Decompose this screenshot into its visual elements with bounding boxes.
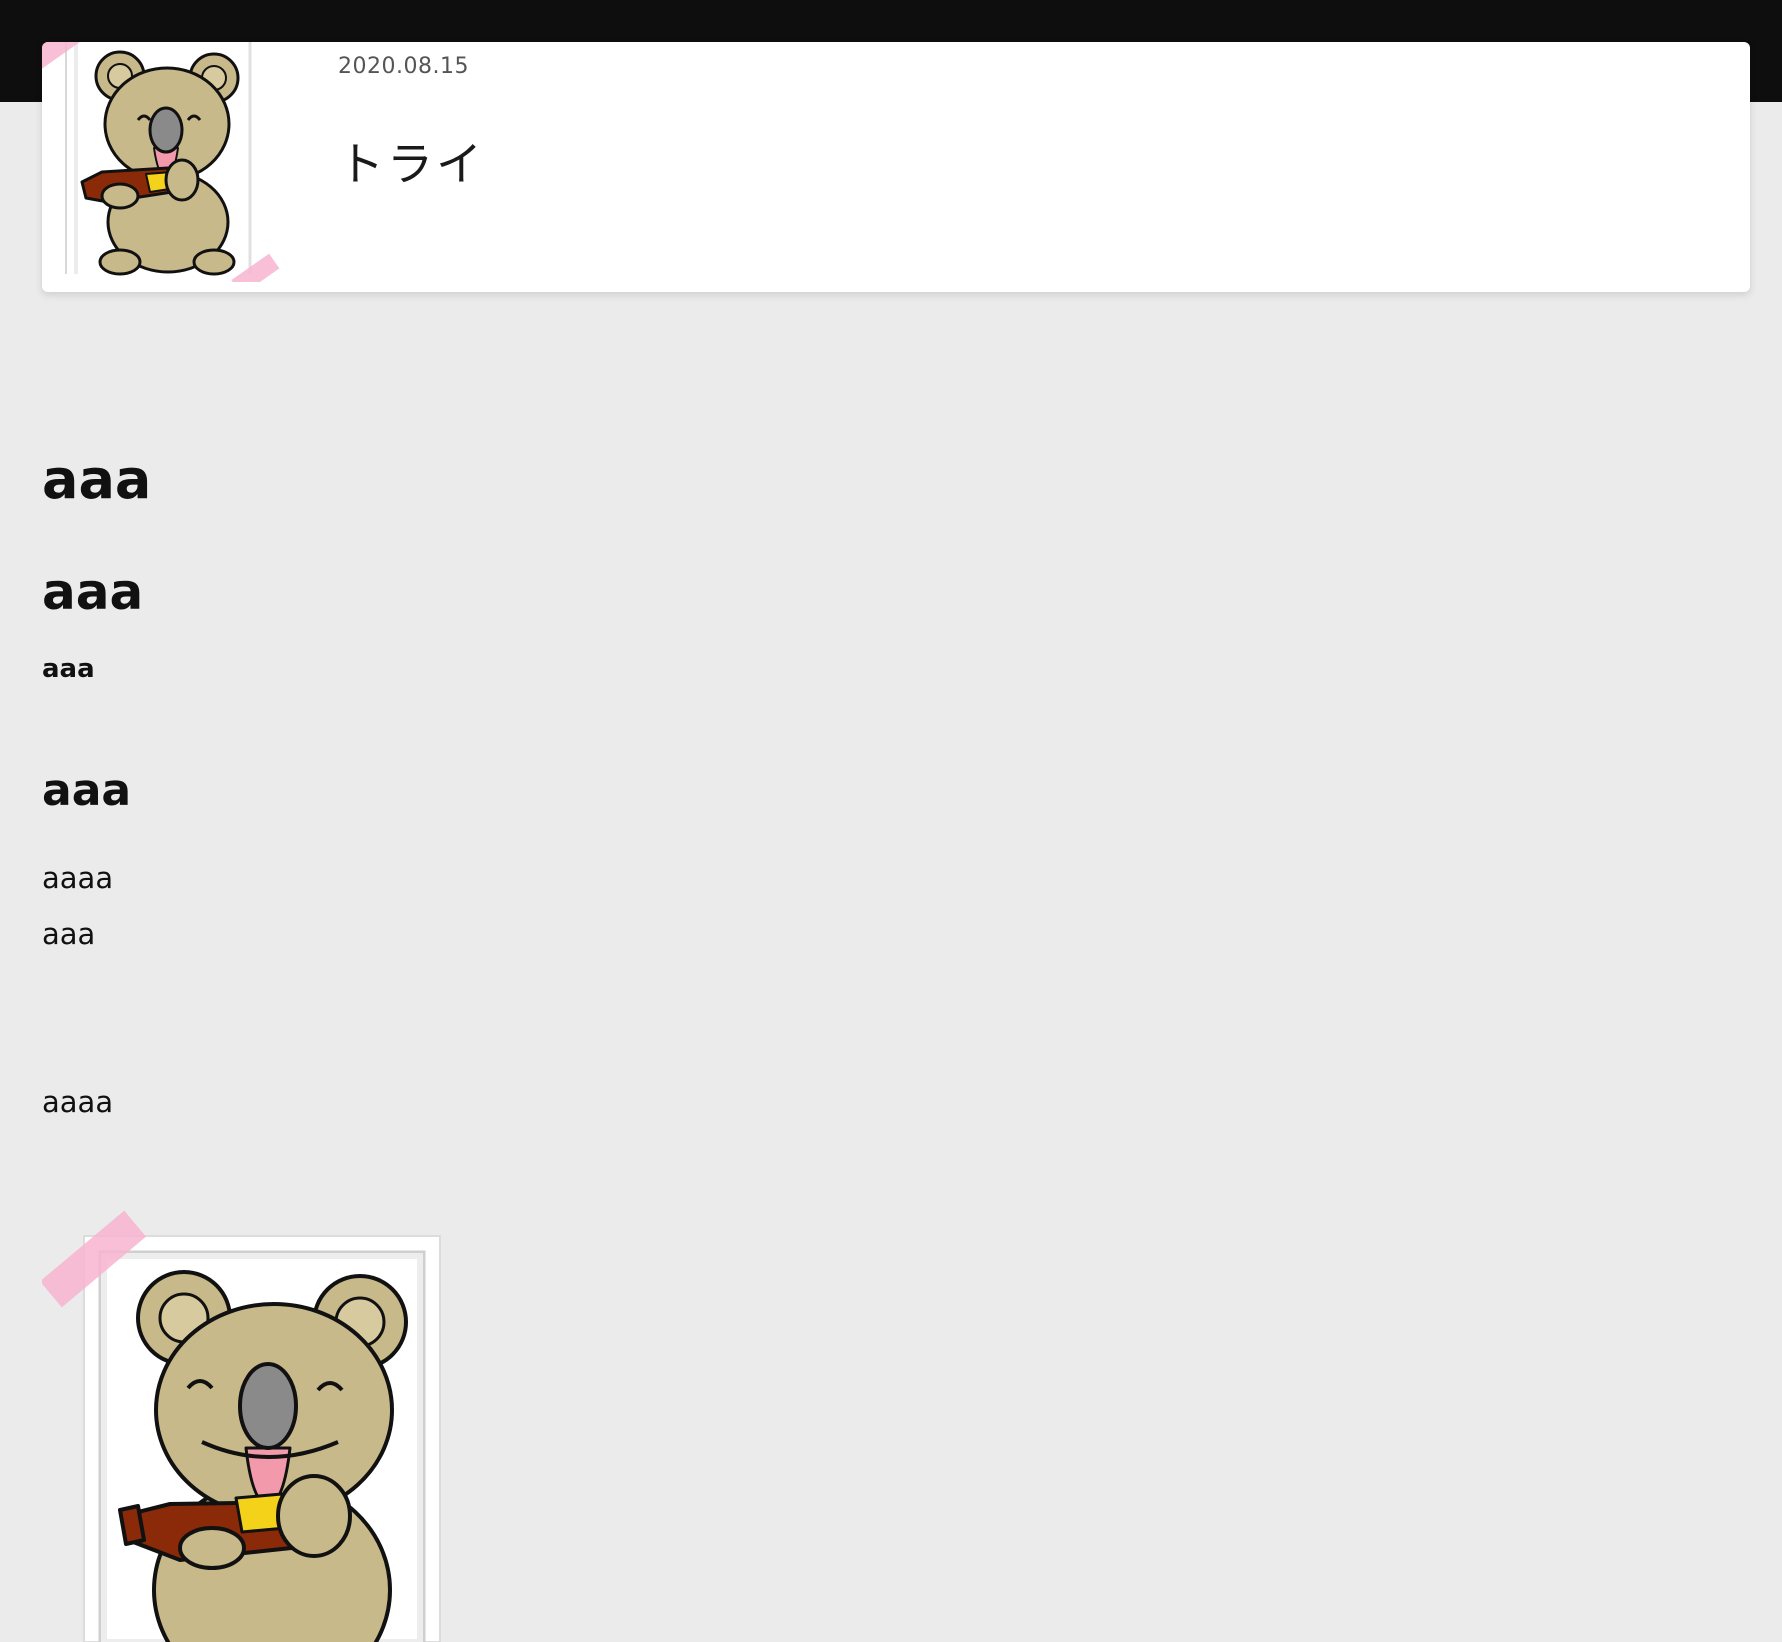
koala-thumbnail-icon — [42, 42, 280, 282]
heading-3: aaa — [42, 765, 132, 816]
paragraph-4: aaaa — [42, 1085, 114, 1119]
article-date: 2020.08.15 — [338, 54, 469, 79]
koala-image — [42, 1210, 441, 1642]
paragraph-1: aaa — [42, 654, 95, 684]
article-header-card[interactable]: 2020.08.15 トライ — [42, 42, 1750, 292]
article-title[interactable]: トライ — [338, 128, 485, 194]
heading-1: aaa — [42, 448, 152, 511]
paragraph-2: aaaa — [42, 861, 114, 895]
paragraph-3: aaa — [42, 917, 96, 951]
heading-2: aaa — [42, 563, 144, 621]
